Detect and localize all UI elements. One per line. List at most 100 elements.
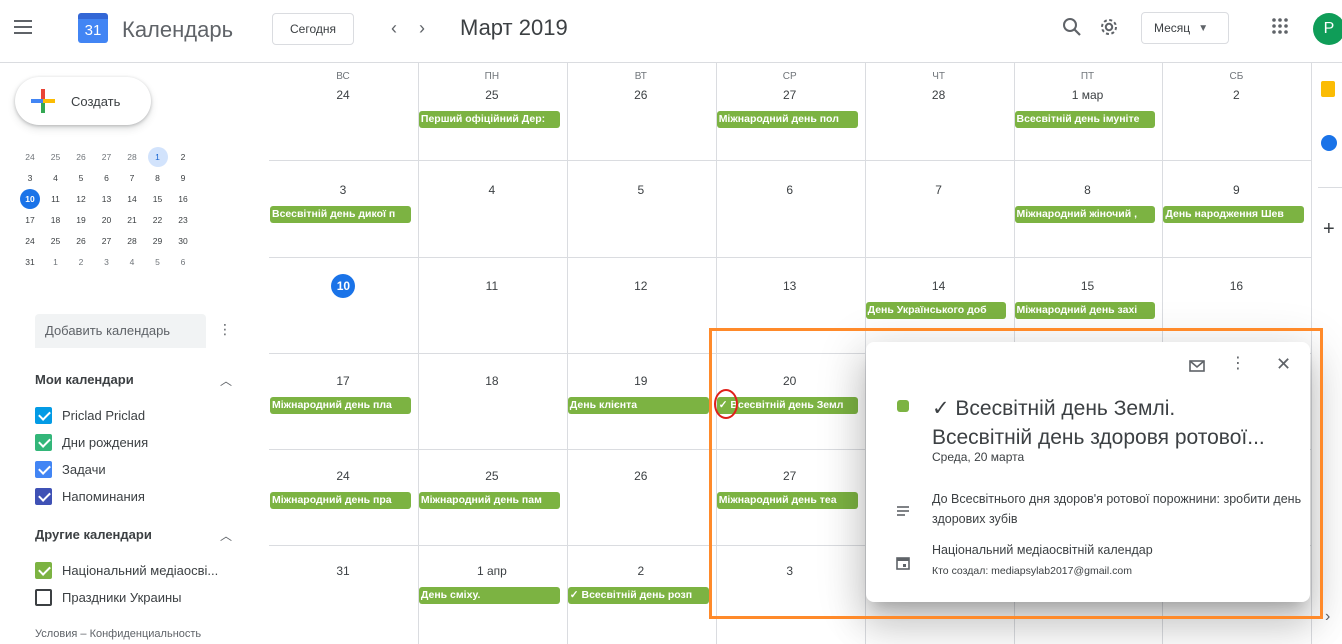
day-number[interactable]: 15 xyxy=(1014,279,1162,293)
day-number[interactable]: 17 xyxy=(269,374,417,388)
mini-calendar-day[interactable]: 20 xyxy=(97,210,117,230)
day-number[interactable]: 3 xyxy=(716,564,864,578)
day-number[interactable]: 3 xyxy=(269,183,417,197)
mini-calendar-day[interactable]: 29 xyxy=(148,231,168,251)
mini-calendar-day[interactable]: 23 xyxy=(173,210,193,230)
add-addon-icon[interactable]: + xyxy=(1323,218,1335,241)
day-number[interactable]: 16 xyxy=(1162,279,1310,293)
chevron-up-icon[interactable]: ︿ xyxy=(220,372,232,389)
account-avatar[interactable]: P xyxy=(1313,13,1342,45)
day-number[interactable]: 18 xyxy=(418,374,566,388)
event-chip[interactable]: Міжнародний день пам xyxy=(418,492,560,509)
chevron-up-icon[interactable]: ︿ xyxy=(220,527,232,544)
search-icon[interactable] xyxy=(1060,15,1084,39)
day-number[interactable]: 27 xyxy=(716,88,864,102)
calendar-checkbox[interactable] xyxy=(35,588,52,606)
today-date-marker[interactable]: 10 xyxy=(331,274,356,298)
event-chip[interactable]: Міжнародний день теа xyxy=(716,492,858,509)
mini-calendar-day[interactable]: 2 xyxy=(71,252,91,272)
mini-calendar-day[interactable]: 1 xyxy=(147,147,168,167)
google-apps-icon[interactable] xyxy=(1270,16,1290,36)
calendar-list-item[interactable]: Priclad Priclad xyxy=(35,404,145,426)
view-select[interactable]: Месяц ▼ xyxy=(1141,12,1229,44)
mini-calendar-day[interactable]: 26 xyxy=(71,231,91,251)
event-chip[interactable]: День народження Шев xyxy=(1163,206,1305,223)
event-chip[interactable]: День Українського доб xyxy=(865,302,1007,319)
calendar-checkbox[interactable] xyxy=(35,561,52,579)
create-button[interactable]: Создать xyxy=(15,77,151,125)
mini-calendar-day[interactable]: 14 xyxy=(122,189,142,209)
day-number[interactable]: 14 xyxy=(865,279,1013,293)
mini-calendar-day[interactable]: 11 xyxy=(46,189,66,209)
event-chip[interactable]: Всесвітній день імуніте xyxy=(1014,111,1156,128)
event-chip[interactable]: ✓ Всесвітній день Земл xyxy=(716,397,858,414)
mini-calendar-day[interactable]: 1 xyxy=(46,252,66,272)
mini-calendar-day[interactable]: 24 xyxy=(20,231,40,251)
mini-calendar-day[interactable]: 21 xyxy=(122,210,142,230)
mini-calendar-day[interactable]: 27 xyxy=(97,231,117,251)
mini-calendar-day[interactable]: 30 xyxy=(173,231,193,251)
day-number[interactable]: 31 xyxy=(269,564,417,578)
event-chip[interactable]: День сміху. xyxy=(418,587,560,604)
mini-calendar-day[interactable]: 31 xyxy=(20,252,40,272)
mini-calendar-day[interactable]: 25 xyxy=(46,231,66,251)
my-calendars-title[interactable]: Мои календари xyxy=(35,372,134,387)
day-number[interactable]: 13 xyxy=(716,279,864,293)
day-number[interactable]: 27 xyxy=(716,469,864,483)
calendar-checkbox[interactable] xyxy=(35,460,52,478)
mini-calendar-day[interactable]: 18 xyxy=(46,210,66,230)
day-number[interactable]: 8 xyxy=(1014,183,1162,197)
main-menu-icon[interactable] xyxy=(14,20,32,34)
calendar-list-item[interactable]: Задачи xyxy=(35,458,106,480)
mini-calendar-day[interactable]: 4 xyxy=(46,168,66,188)
day-number[interactable]: 2 xyxy=(1162,88,1310,102)
app-title[interactable]: Календарь xyxy=(122,17,233,43)
mini-calendar-day[interactable]: 22 xyxy=(148,210,168,230)
event-chip[interactable]: ✓ Всесвітній день розп xyxy=(567,587,709,604)
day-number[interactable]: 19 xyxy=(567,374,715,388)
calendar-checkbox[interactable] xyxy=(35,433,52,451)
mini-calendar-day[interactable]: 26 xyxy=(71,147,91,167)
today-button[interactable]: Сегодня xyxy=(272,13,354,45)
mini-calendar-day[interactable]: 9 xyxy=(173,168,193,188)
day-number[interactable]: 6 xyxy=(716,183,864,197)
day-number[interactable]: 12 xyxy=(567,279,715,293)
mini-calendar-day[interactable]: 10 xyxy=(20,189,40,209)
mini-calendar-day[interactable]: 15 xyxy=(148,189,168,209)
day-number[interactable]: 25 xyxy=(418,88,566,102)
mini-calendar-day[interactable]: 3 xyxy=(97,252,117,272)
mini-calendar-day[interactable]: 17 xyxy=(20,210,40,230)
day-number[interactable]: 20 xyxy=(716,374,864,388)
calendar-list-item[interactable]: Дни рождения xyxy=(35,431,148,453)
event-chip[interactable]: Перший офіційний Дер: xyxy=(418,111,560,128)
add-calendar-input[interactable]: Добавить календарь xyxy=(35,314,206,348)
calendar-checkbox[interactable] xyxy=(35,487,52,505)
mini-calendar-day[interactable]: 6 xyxy=(97,168,117,188)
more-options-icon[interactable]: ⋮ xyxy=(218,321,232,341)
mini-calendar-day[interactable]: 13 xyxy=(97,189,117,209)
prev-period-icon[interactable]: ‹ xyxy=(382,14,406,42)
mini-calendar-day[interactable]: 28 xyxy=(122,147,142,167)
day-number[interactable]: 26 xyxy=(567,469,715,483)
other-calendars-title[interactable]: Другие календари xyxy=(35,527,152,542)
day-number[interactable]: 28 xyxy=(865,88,1013,102)
email-icon[interactable] xyxy=(1188,357,1206,375)
settings-gear-icon[interactable] xyxy=(1097,15,1121,39)
tasks-icon[interactable] xyxy=(1321,135,1337,151)
day-number[interactable]: 2 xyxy=(567,564,715,578)
mini-calendar-day[interactable]: 12 xyxy=(71,189,91,209)
event-chip[interactable]: Міжнародний день пла xyxy=(270,397,411,414)
mini-calendar-day[interactable]: 28 xyxy=(122,231,142,251)
day-number[interactable]: 1 мар xyxy=(1014,88,1162,102)
mini-calendar-day[interactable]: 5 xyxy=(71,168,91,188)
mini-calendar-day[interactable]: 6 xyxy=(173,252,193,272)
close-icon[interactable]: ✕ xyxy=(1276,354,1291,375)
mini-calendar-day[interactable]: 4 xyxy=(122,252,142,272)
day-number[interactable]: 5 xyxy=(567,183,715,197)
next-period-icon[interactable]: › xyxy=(410,14,434,42)
mini-calendar-day[interactable]: 16 xyxy=(173,189,193,209)
mini-calendar-day[interactable]: 8 xyxy=(148,168,168,188)
event-chip[interactable]: Всесвітній день дикої п xyxy=(270,206,411,223)
mini-calendar-day[interactable]: 5 xyxy=(148,252,168,272)
calendar-logo-icon[interactable]: 31 xyxy=(78,13,108,43)
